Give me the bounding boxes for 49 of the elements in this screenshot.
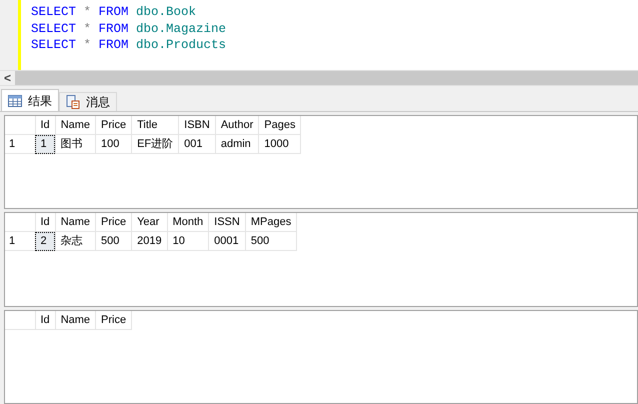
column-header[interactable]: Pages (258, 116, 301, 134)
table-cell[interactable]: 0001 (208, 232, 246, 251)
table-cell[interactable]: 10 (167, 232, 209, 251)
column-header[interactable]: Month (167, 213, 209, 232)
sql-keyword: SELECT (31, 37, 76, 54)
sql-keyword: FROM (98, 4, 129, 20)
table-cell[interactable]: 001 (178, 134, 216, 154)
sql-identifier: dbo.Book (136, 4, 196, 20)
sql-operator: * (84, 4, 92, 20)
table-cell[interactable]: 500 (96, 232, 132, 251)
column-header[interactable]: Price (96, 213, 132, 232)
scroll-left-button[interactable]: < (0, 71, 15, 85)
table-cell[interactable]: 1 (35, 134, 56, 154)
result-tab[interactable]: 消息 (59, 92, 117, 111)
sql-operator: * (84, 37, 92, 54)
change-marker (18, 0, 21, 70)
result-tab[interactable]: 结果 (1, 89, 59, 111)
sql-identifier: dbo.Products (136, 37, 226, 54)
sql-keyword: SELECT (31, 4, 76, 20)
table-cell[interactable]: 图书 (55, 134, 96, 154)
column-header[interactable]: Price (96, 116, 132, 134)
table-cell[interactable]: 杂志 (55, 232, 96, 251)
table-cell[interactable]: 2 (35, 232, 56, 251)
sql-keyword: FROM (98, 20, 129, 37)
table-cell[interactable]: 100 (96, 134, 132, 154)
sql-operator: * (84, 20, 92, 37)
table-cell[interactable]: 2019 (132, 232, 168, 251)
column-header[interactable]: Name (55, 116, 96, 134)
column-header[interactable]: ISSN (208, 213, 246, 232)
table-cell[interactable]: 500 (245, 232, 297, 251)
query-editor[interactable]: SELECT * FROM dbo.Book SELECT * FROM dbo.Magazine SELECT * FROM dbo.Products (0, 0, 638, 70)
column-header[interactable]: MPages (245, 213, 297, 232)
column-header[interactable]: Year (132, 213, 168, 232)
column-header[interactable]: Title (132, 116, 179, 134)
column-header[interactable]: Name (55, 213, 96, 232)
column-header[interactable]: Id (35, 310, 56, 330)
table-cell[interactable]: 1000 (258, 134, 301, 154)
column-header[interactable]: ISBN (178, 116, 216, 134)
sql-keyword: SELECT (31, 20, 76, 37)
table-cell[interactable]: EF进阶 (132, 134, 179, 154)
table-cell[interactable]: admin (215, 134, 259, 154)
column-header[interactable]: Price (96, 310, 132, 330)
document-icon (66, 95, 80, 109)
column-header[interactable]: Author (215, 116, 259, 134)
editor-margin (0, 0, 18, 70)
grid-icon (8, 94, 22, 106)
column-header[interactable]: Name (55, 310, 96, 330)
sql-keyword: FROM (98, 37, 129, 54)
sql-identifier: dbo.Magazine (136, 20, 226, 37)
